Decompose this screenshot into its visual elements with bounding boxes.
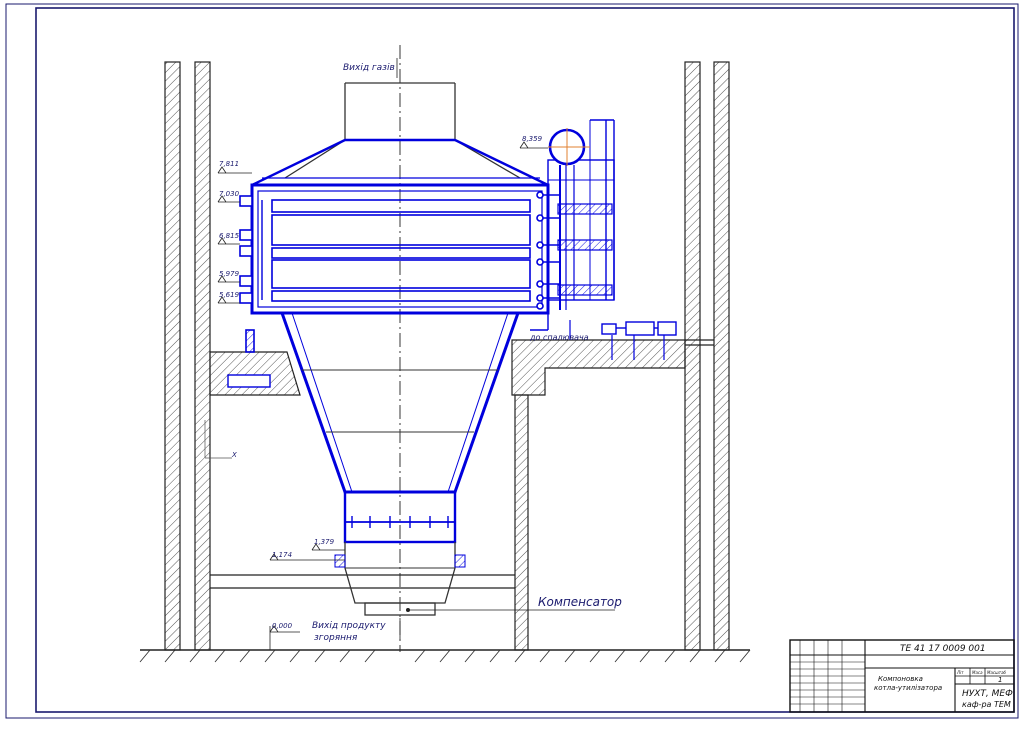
level-label-1379: 1,379 xyxy=(314,538,335,546)
boiler-layout-drawing: 7,811 7,030 6,815 5,979 5,619 8,359 1,37… xyxy=(5,3,1019,719)
product-outlet-label-2: згоряння xyxy=(314,633,358,643)
title-sheet: 1 xyxy=(998,676,1002,684)
compensator-label: Компенсатор xyxy=(538,595,622,609)
title-org-line1: НУХТ, МЕФ xyxy=(962,689,1013,699)
level-label-5619: 5,619 xyxy=(219,291,240,299)
level-label-8359: 8,359 xyxy=(522,135,543,143)
level-label-7811: 7,811 xyxy=(219,160,239,168)
title-name-line1: Компоновка xyxy=(878,675,923,683)
ground xyxy=(139,649,751,663)
product-outlet-label: Вихід продукту xyxy=(312,621,386,631)
level-marks xyxy=(217,141,548,650)
title-col-scale: Масштаб xyxy=(987,670,1007,675)
title-col-lit: Літ xyxy=(956,670,964,675)
title-designation: ТЕ 41 17 0009 001 xyxy=(900,644,986,654)
level-label-1174: 1,174 xyxy=(272,551,292,559)
right-piping xyxy=(530,119,677,360)
level-label-7030: 7,030 xyxy=(219,190,240,198)
level-label-0000: 0,000 xyxy=(272,622,293,630)
exhaust-gas-label: Вихід газів xyxy=(343,63,395,73)
floor-slab xyxy=(209,339,714,396)
title-org-line2: каф-ра ТЕМ xyxy=(962,700,1011,709)
axis-x-label: X xyxy=(231,451,237,459)
level-label-5979: 5,979 xyxy=(219,270,240,278)
feeder-label: до спалювача xyxy=(529,333,589,342)
title-col-mass: Маса xyxy=(972,670,983,675)
title-name-line2: котла-утилізатора xyxy=(874,684,942,692)
level-label-6815: 6,815 xyxy=(219,232,240,240)
